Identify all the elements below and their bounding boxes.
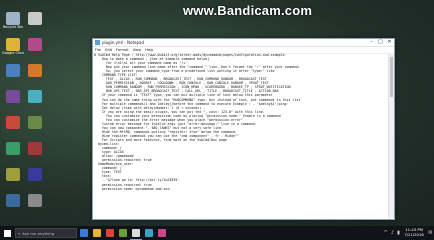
taskbar-app-button[interactable] [130, 226, 142, 240]
vertical-scrollbar[interactable] [388, 53, 394, 218]
window-title: plugin.yml - Notepad [102, 40, 145, 45]
volume-icon[interactable]: ♪ [391, 230, 394, 236]
desktop-icon-image [28, 116, 42, 129]
desktop-icon-image [6, 168, 20, 181]
app-icon [132, 228, 140, 237]
app-icon [119, 229, 127, 237]
desktop-icon[interactable] [24, 194, 46, 207]
recording-watermark: www.Bandicam.com [183, 3, 313, 18]
desktop-icon[interactable] [24, 90, 46, 103]
desktop-icon[interactable] [2, 168, 24, 181]
desktop-icon[interactable] [24, 116, 46, 129]
notifications-icon[interactable]: ✉ [428, 230, 432, 236]
desktop-icon[interactable] [2, 142, 24, 155]
desktop-icon[interactable] [24, 64, 46, 77]
taskbar-app-button[interactable] [117, 226, 129, 240]
clock-date: 7/21/2016 [404, 232, 424, 237]
desktop-icon[interactable] [2, 116, 24, 129]
desktop-icon[interactable] [24, 12, 46, 25]
network-icon[interactable]: ▮ [397, 230, 400, 236]
minimize-icon[interactable]: – [367, 39, 376, 46]
tray-overflow-icon[interactable]: ^ [384, 230, 388, 236]
desktop-icon[interactable] [2, 194, 24, 207]
desktop-icon-image [6, 90, 20, 103]
desktop-icon-image [6, 142, 20, 155]
search-icon: ⌕ [18, 230, 21, 236]
menu-format[interactable]: Format [116, 48, 129, 52]
desktop-icon-image [28, 12, 42, 25]
desktop-icon-image [6, 12, 20, 25]
desktop-icon-label: Google Chrome [2, 51, 24, 55]
desktop-icon-label: Recycle Bin [2, 25, 24, 29]
app-icon [158, 229, 166, 237]
system-tray: ^ ♪ ▮ 11:43 PM 7/21/2016 ✉ [382, 226, 434, 240]
desktop-icon-image [28, 142, 42, 155]
app-icon [93, 229, 101, 237]
desktop-icon-grid: Recycle Bin Google Chrome [0, 12, 66, 226]
taskbar: ⌕ Ask me anything ^ ♪ ▮ 11:43 PM 7/21/20… [0, 226, 434, 240]
desktop: www.Bandicam.com Recycle Bin Google Chrom… [0, 0, 434, 226]
desktop-icon-image [28, 38, 42, 51]
desktop-icon-image [6, 38, 20, 51]
menu-help[interactable]: Help [145, 48, 153, 52]
desktop-icon[interactable] [2, 64, 24, 77]
desktop-icon[interactable] [2, 90, 24, 103]
desktop-icon-image [6, 194, 20, 207]
desktop-icon[interactable]: Google Chrome [2, 38, 24, 55]
editor-line: permission-node: mycommand.cmd.eco [94, 186, 170, 191]
search-placeholder: Ask me anything [22, 230, 55, 236]
start-button[interactable] [0, 226, 14, 240]
text-editor[interactable]: # SubCmd Help Page : http://www.bukkit.o… [94, 53, 389, 218]
taskbar-apps [77, 226, 168, 240]
window-titlebar[interactable]: plugin.yml - Notepad – □ ✕ [93, 39, 394, 47]
desktop-icon-image [28, 168, 42, 181]
desktop-icon-image [28, 64, 42, 77]
menu-file[interactable]: File [95, 48, 101, 52]
scrollbar-thumb[interactable] [390, 57, 393, 97]
desktop-icon-image [6, 116, 20, 129]
menu-view[interactable]: View [133, 48, 142, 52]
app-icon [106, 229, 114, 237]
menu-edit[interactable]: Edit [105, 48, 112, 52]
maximize-icon[interactable]: □ [376, 39, 385, 46]
app-icon [80, 229, 88, 237]
taskbar-app-button[interactable] [143, 226, 155, 240]
app-icon [145, 229, 153, 237]
notepad-icon [95, 40, 100, 45]
windows-logo-icon [3, 229, 11, 237]
taskbar-app-button[interactable] [91, 226, 103, 240]
taskbar-search[interactable]: ⌕ Ask me anything [15, 228, 77, 238]
desktop-icon[interactable] [24, 38, 46, 51]
desktop-icon-image [28, 194, 42, 207]
desktop-icon[interactable] [24, 142, 46, 155]
taskbar-app-button[interactable] [156, 226, 168, 240]
taskbar-app-button[interactable] [104, 226, 116, 240]
desktop-icon-image [6, 64, 20, 77]
clock[interactable]: 11:43 PM 7/21/2016 [404, 228, 423, 237]
close-icon[interactable]: ✕ [385, 39, 394, 46]
desktop-icon-image [28, 90, 42, 103]
taskbar-app-button[interactable] [78, 226, 90, 240]
desktop-icon[interactable]: Recycle Bin [2, 12, 24, 29]
desktop-icon[interactable] [24, 168, 46, 181]
notepad-window[interactable]: plugin.yml - Notepad – □ ✕ File Edit For… [92, 38, 395, 220]
